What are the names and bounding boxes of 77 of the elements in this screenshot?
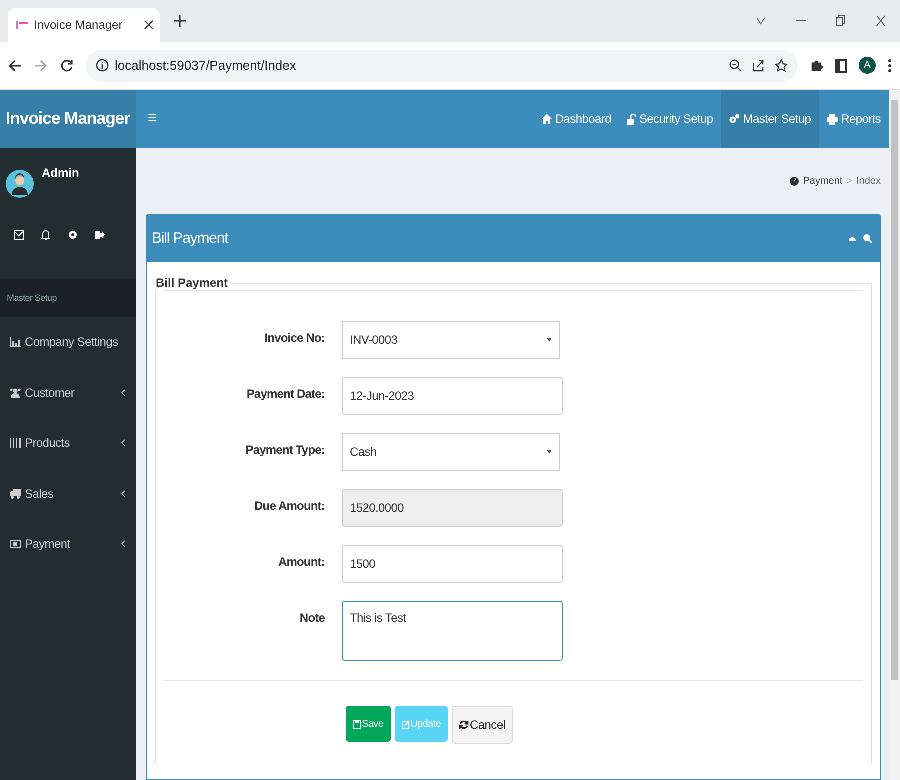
note-textarea[interactable]: This is Test xyxy=(342,601,563,661)
field-label: Note xyxy=(298,610,325,625)
browser-tab[interactable]: Invoice Manager xyxy=(8,8,160,42)
close-icon[interactable] xyxy=(876,15,886,27)
printer-icon xyxy=(827,114,838,124)
tab-title: Invoice Manager xyxy=(34,18,124,32)
field-label: Payment Type: xyxy=(244,442,325,457)
mail-icon[interactable] xyxy=(14,230,24,240)
zoom-icon[interactable] xyxy=(729,59,742,72)
bell-icon[interactable] xyxy=(41,230,51,241)
sidebar-item[interactable]: Products xyxy=(0,418,136,468)
refresh-icon xyxy=(459,720,470,730)
reload-icon[interactable] xyxy=(60,58,74,72)
nav-link[interactable]: Master Setup xyxy=(721,90,820,148)
chevron-down-icon[interactable] xyxy=(756,17,766,25)
field-label: Due Amount: xyxy=(254,498,325,513)
share-icon[interactable] xyxy=(752,59,765,72)
field-label: Payment Date: xyxy=(246,386,325,401)
close-icon[interactable] xyxy=(144,20,154,30)
barcode-icon xyxy=(10,438,21,448)
address-field[interactable]: localhost:59037/Payment/Index xyxy=(86,50,798,82)
new-tab-icon[interactable] xyxy=(174,15,186,27)
chevron-left-icon xyxy=(121,439,126,448)
breadcrumb-link[interactable]: Payment xyxy=(803,176,843,186)
dashboard-icon xyxy=(790,176,800,186)
floppy-icon xyxy=(353,720,361,728)
select-field[interactable]: Cash xyxy=(342,433,560,471)
collapse-icon[interactable] xyxy=(849,236,856,241)
fieldset-legend: Bill Payment xyxy=(154,276,230,290)
star-icon[interactable] xyxy=(775,59,788,72)
user-name: Admin xyxy=(42,166,80,180)
sidebar-item[interactable]: Company Settings xyxy=(0,317,136,368)
lock-icon xyxy=(627,114,636,124)
menu-toggle[interactable]: ≡ xyxy=(144,110,162,128)
chevron-left-icon xyxy=(121,388,126,397)
app-brand[interactable]: Invoice Manager xyxy=(0,90,136,148)
sidebar-item[interactable]: Sales xyxy=(0,468,136,519)
edit-icon xyxy=(402,720,410,728)
select-field[interactable]: INV-0003 xyxy=(342,321,560,359)
more-icon[interactable] xyxy=(888,58,892,72)
favicon-icon xyxy=(16,21,28,29)
info-icon xyxy=(96,59,109,72)
sidebar-item[interactable]: Customer xyxy=(0,368,136,418)
home-icon xyxy=(542,114,552,124)
chevron-left-icon xyxy=(121,540,126,548)
gears-icon xyxy=(729,114,740,124)
settings-icon[interactable] xyxy=(68,230,78,240)
sign-out-icon[interactable] xyxy=(95,230,105,240)
field-label: Amount: xyxy=(277,554,325,569)
dropdown-caret-icon xyxy=(547,338,552,342)
chevron-left-icon xyxy=(121,490,126,498)
action-button[interactable]: Cancel xyxy=(452,706,513,744)
field-label: Invoice No: xyxy=(264,330,325,345)
bar-chart-icon xyxy=(10,337,21,348)
sidebar-item[interactable]: Payment xyxy=(0,519,136,570)
panel-title: Bill Payment xyxy=(152,230,228,247)
scrollbar[interactable] xyxy=(889,90,900,780)
nav-link[interactable]: Security Setup xyxy=(619,90,722,148)
breadcrumb-current: Index xyxy=(856,176,881,186)
truck-icon xyxy=(10,488,21,499)
sidebar-section-header: Master Setup xyxy=(0,279,136,317)
breadcrumb-separator: > xyxy=(846,176,853,186)
back-icon[interactable] xyxy=(8,58,22,72)
readonly-field: 1520.0000 xyxy=(342,489,563,527)
nav-link[interactable]: Dashboard xyxy=(534,90,620,148)
input-field[interactable]: 1500 xyxy=(342,545,563,583)
minimize-icon[interactable] xyxy=(796,20,806,22)
nav-link[interactable]: Reports xyxy=(819,90,889,148)
profile-avatar[interactable]: A xyxy=(859,57,876,74)
input-field[interactable]: 12-Jun-2023 xyxy=(342,377,563,415)
users-icon xyxy=(10,388,21,398)
puzzle-icon[interactable] xyxy=(810,59,823,72)
search-icon[interactable] xyxy=(863,234,872,243)
sidebar-icon[interactable] xyxy=(835,58,847,72)
banknote-icon xyxy=(10,539,21,550)
dropdown-caret-icon xyxy=(547,450,552,454)
restore-icon[interactable] xyxy=(836,15,846,27)
